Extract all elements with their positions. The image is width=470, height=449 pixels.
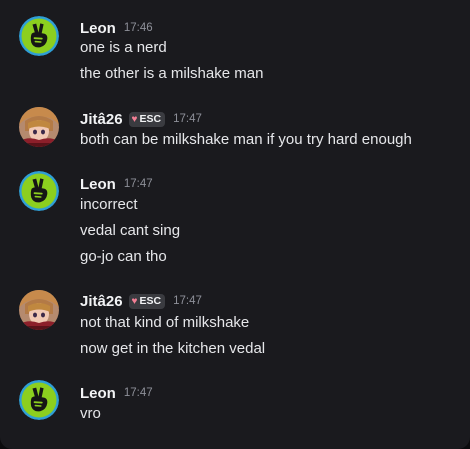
message-text: vro bbox=[80, 405, 101, 422]
message-text: now get in the kitchen vedal bbox=[80, 340, 266, 357]
username[interactable]: Jitâ26 bbox=[80, 293, 123, 310]
message-text: the other is a milshake man bbox=[80, 65, 264, 82]
avatar[interactable] bbox=[19, 16, 59, 56]
avatar[interactable] bbox=[19, 290, 59, 330]
timestamp: 17:47 bbox=[173, 295, 202, 307]
anime-character-avatar bbox=[19, 107, 59, 147]
timestamp: 17:47 bbox=[173, 113, 202, 125]
badge-tag-label: ESC bbox=[139, 112, 162, 125]
username[interactable]: Jitâ26 bbox=[80, 111, 123, 128]
message-text: both can be milkshake man if you try har… bbox=[80, 131, 412, 148]
heart-icon: ♥ bbox=[131, 295, 138, 307]
peace-sign-hand-icon bbox=[19, 16, 59, 56]
anime-character-avatar bbox=[19, 290, 59, 330]
timestamp: 17:47 bbox=[123, 178, 153, 190]
peace-sign-hand-icon bbox=[19, 380, 59, 420]
username[interactable]: Leon bbox=[80, 385, 116, 402]
chat-log: Leon 17:46 one is a nerd the other is a … bbox=[0, 0, 470, 449]
message-text: go-jo can tho bbox=[80, 248, 167, 265]
timestamp: 17:47 bbox=[123, 387, 153, 399]
message-text: incorrect bbox=[80, 196, 138, 213]
peace-sign-hand-icon bbox=[19, 171, 59, 211]
badge-tag-label: ESC bbox=[139, 294, 162, 307]
avatar[interactable] bbox=[19, 380, 59, 420]
badge-tag[interactable]: ♥ ESC bbox=[128, 293, 166, 309]
username[interactable]: Leon bbox=[80, 20, 116, 37]
message-text: not that kind of milkshake bbox=[80, 314, 250, 331]
badge-tag[interactable]: ♥ ESC bbox=[128, 111, 166, 127]
heart-icon: ♥ bbox=[131, 113, 138, 125]
message-text: one is a nerd bbox=[80, 39, 167, 56]
message-text: vedal cant sing bbox=[80, 222, 181, 239]
avatar[interactable] bbox=[19, 107, 59, 147]
username[interactable]: Leon bbox=[80, 176, 116, 193]
avatar[interactable] bbox=[19, 171, 59, 211]
timestamp: 17:46 bbox=[123, 22, 153, 34]
